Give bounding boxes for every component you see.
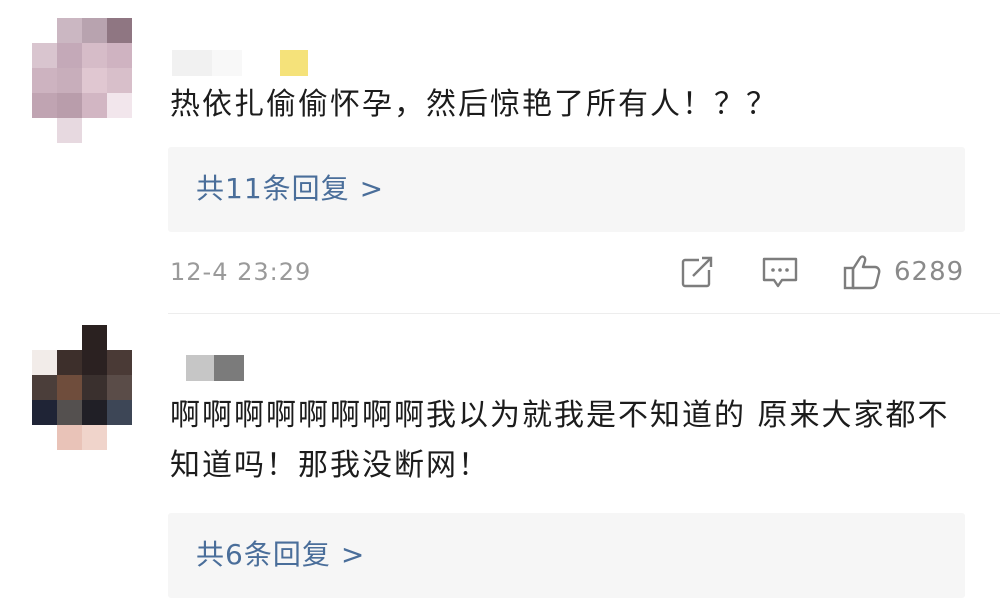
reply-count-link[interactable]: 共6条回复 >	[196, 535, 365, 575]
avatar[interactable]	[32, 18, 132, 143]
timestamp: 12-4 23:29	[170, 258, 312, 286]
share-icon	[681, 256, 713, 288]
share-button[interactable]	[675, 250, 719, 294]
reply-count-link[interactable]: 共11条回复 >	[196, 169, 384, 209]
view-replies-button[interactable]: 共11条回复 >	[168, 147, 965, 232]
comment-icon	[762, 257, 798, 288]
comment-item: 热依扎偷偷怀孕，然后惊艳了所有人！？？ 共11条回复> 12-4 23:29	[0, 0, 1000, 313]
comment-meta: 12-4 23:29 6289	[170, 250, 970, 294]
like-button[interactable]: 6289	[838, 250, 968, 294]
thumbs-up-icon	[843, 255, 881, 290]
comment-item: 啊啊啊啊啊啊啊啊我以为就我是不知道的 原来大家都不知道吗！那我没断网！ 共6条回…	[0, 313, 1000, 600]
comment-text: 热依扎偷偷怀孕，然后惊艳了所有人！？？	[170, 87, 778, 122]
username[interactable]	[172, 355, 262, 381]
like-count: 6289	[894, 257, 965, 287]
view-replies-button[interactable]: 共6条回复 >	[168, 513, 965, 598]
chevron-right-icon: >	[359, 172, 385, 205]
comment-button[interactable]	[758, 250, 802, 294]
username[interactable]	[172, 50, 312, 76]
chevron-right-icon: >	[340, 538, 366, 571]
comment-text: 啊啊啊啊啊啊啊啊我以为就我是不知道的 原来大家都不知道吗！那我没断网！	[170, 398, 950, 483]
avatar[interactable]	[32, 325, 132, 450]
